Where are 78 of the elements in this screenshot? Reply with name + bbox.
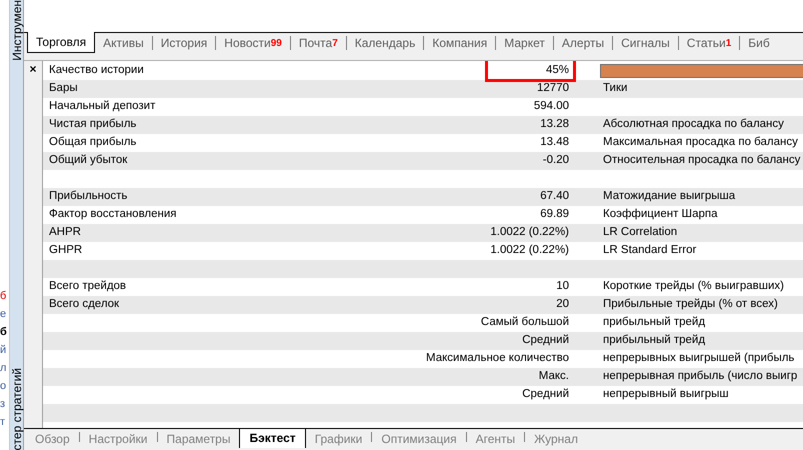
row-value: Макс.: [538, 369, 569, 384]
row-value: 12770: [537, 81, 569, 96]
tab[interactable]: Агенты: [466, 429, 524, 449]
row-label: GHPR: [49, 243, 82, 258]
text-fragment: е: [0, 308, 6, 321]
row-label: непрерывная прибыль (число выигр: [603, 369, 798, 384]
row-label: Всего трейдов: [49, 279, 126, 294]
text-fragment: й: [0, 344, 6, 357]
row-value: 69.89: [540, 207, 569, 222]
row-label: Всего сделок: [49, 297, 120, 312]
row-label: непрерывных выигрышей (прибыль: [603, 351, 794, 366]
row-label: Общий убыток: [49, 153, 128, 168]
row-label: прибыльный трейд: [603, 333, 706, 348]
tab[interactable]: Торговля: [27, 32, 96, 53]
row-label: Максимальная просадка по балансу: [603, 135, 798, 150]
tab[interactable]: Журнал: [525, 429, 587, 449]
row-label: прибыльный трейд: [603, 315, 706, 330]
tab[interactable]: Активы: [95, 32, 152, 53]
row-label: Чистая прибыль: [49, 117, 136, 132]
row-label: Фактор восстановления: [49, 207, 177, 222]
tab[interactable]: Сигналы: [613, 32, 678, 53]
row-label: Короткие трейды (% выигравших): [603, 279, 784, 294]
row-label: LR Standard Error: [603, 243, 696, 258]
row-value: 45%: [546, 64, 569, 76]
tab[interactable]: Биб: [740, 32, 778, 53]
row-value: 20: [556, 297, 569, 312]
row-label: непрерывный выигрыш: [603, 387, 729, 402]
row-label: Матожидание выигрыша: [603, 189, 736, 204]
row-label: Абсолютная просадка по балансу: [603, 117, 784, 132]
row-value: -0.20: [542, 153, 569, 168]
tab[interactable]: Бэктест: [239, 429, 306, 448]
row-value: Средний: [522, 387, 569, 402]
count-label: 1: [726, 37, 732, 51]
row-label: Относительная просадка по балансу: [603, 153, 800, 168]
row-label: Начальный депозит: [49, 99, 156, 114]
tab[interactable]: Алерты: [554, 32, 612, 53]
row-value: 1.0022 (0.22%): [490, 225, 569, 240]
tab[interactable]: Почта7: [290, 32, 346, 53]
row-label: AHPR: [49, 225, 81, 240]
row-value: 594.00: [534, 99, 569, 114]
row-label: Бары: [49, 81, 78, 96]
row-value: Средний: [522, 333, 569, 348]
tab[interactable]: Оптимизация: [372, 429, 466, 449]
tab[interactable]: Маркет: [496, 32, 553, 53]
tab[interactable]: Новости99: [216, 32, 290, 53]
row-value: 67.40: [540, 189, 569, 204]
count-label: 7: [332, 37, 338, 51]
row-label: Тики: [603, 81, 628, 96]
text-fragment: т: [0, 416, 6, 429]
panel-title[interactable]: стер стратегий: [10, 368, 24, 450]
text-fragment: о: [0, 380, 6, 393]
text-fragment: б: [0, 290, 6, 303]
row-value: 13.28: [540, 117, 569, 132]
text-fragment: з: [0, 398, 6, 411]
tab[interactable]: Календарь: [346, 32, 424, 53]
row-label: Коэффициент Шарпа: [603, 207, 718, 222]
tab[interactable]: Настройки: [80, 429, 157, 449]
tab[interactable]: Компания: [424, 32, 496, 53]
tab[interactable]: История: [152, 32, 216, 53]
row-label: Прибыльные трейды (% от всех): [603, 297, 778, 312]
tab[interactable]: Графики: [306, 429, 372, 449]
text-fragment: б: [0, 326, 7, 339]
row-value: Самый большой: [480, 315, 569, 330]
tab[interactable]: Параметры: [158, 429, 240, 449]
row-value: 10: [556, 279, 569, 294]
tab[interactable]: Статьи1: [678, 32, 740, 53]
row-label: Качество истории: [49, 62, 144, 78]
panel-title[interactable]: Инструмен: [10, 0, 24, 61]
row-label: Прибыльность: [49, 189, 128, 204]
tab[interactable]: Обзор: [26, 429, 79, 449]
close-button[interactable]: ×: [29, 62, 36, 76]
row-value: 13.48: [540, 135, 569, 150]
row-value: 1.0022 (0.22%): [490, 243, 569, 258]
row-value: Максимальное количество: [426, 351, 569, 366]
row-label: LR Correlation: [603, 225, 678, 240]
count-label: 99: [270, 37, 282, 51]
row-label: Общая прибыль: [49, 135, 136, 150]
text-fragment: л: [0, 362, 6, 375]
